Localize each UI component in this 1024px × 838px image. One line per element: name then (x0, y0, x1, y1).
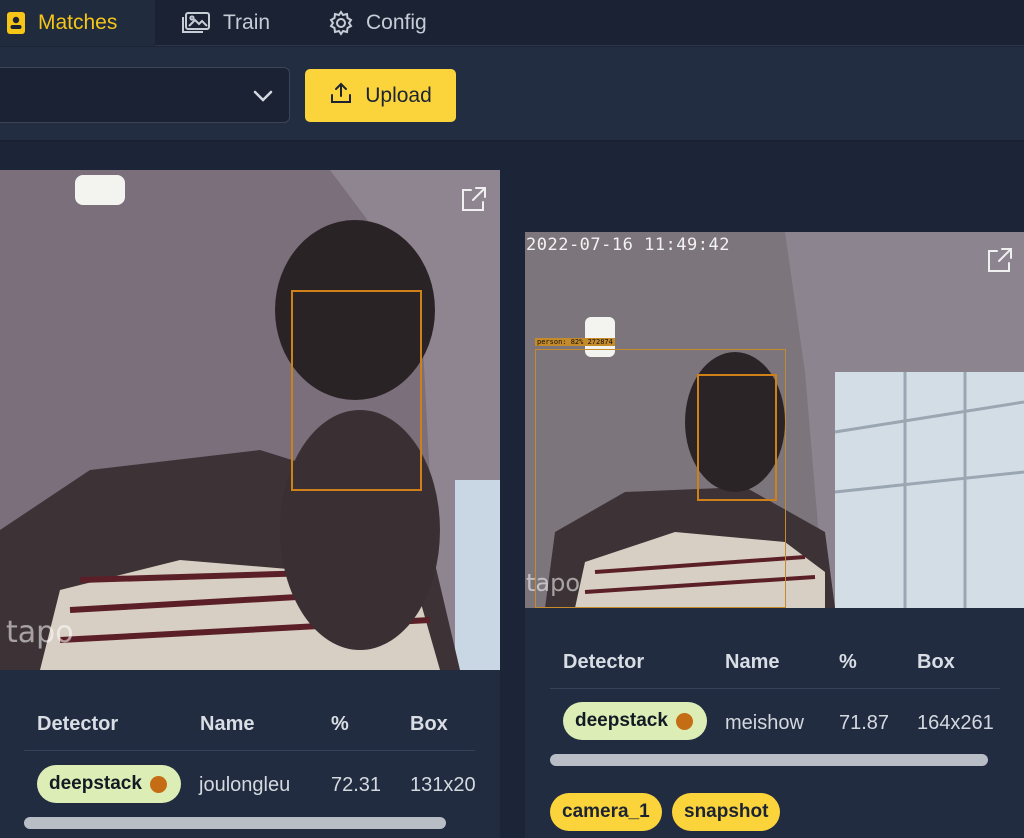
column-header-box: Box (410, 713, 448, 735)
chevron-down-icon (251, 84, 275, 113)
status-dot-icon (675, 712, 693, 730)
tab-matches-label: Matches (38, 11, 118, 34)
tab-config[interactable]: Config (328, 0, 458, 46)
face-bounding-box (291, 290, 422, 491)
detector-label: deepstack (49, 773, 142, 794)
match-percent: 72.31 (331, 774, 382, 796)
detector-pill: deepstack (563, 702, 707, 740)
table-divider (550, 688, 1000, 689)
camera-select[interactable] (0, 67, 290, 123)
table-divider (24, 750, 475, 751)
column-header-detector: Detector (563, 651, 645, 673)
column-header-percent: % (331, 713, 349, 735)
person-label: person: 82% 272874 (535, 338, 615, 346)
horizontal-scrollbar[interactable] (24, 817, 446, 829)
horizontal-scrollbar[interactable] (550, 754, 988, 766)
match-name: joulongleu (199, 774, 291, 796)
tab-config-label: Config (366, 11, 427, 34)
column-header-name: Name (725, 651, 780, 673)
camera-photo (0, 170, 500, 670)
tab-matches[interactable]: Matches (0, 0, 155, 46)
match-box: 164x261 (917, 712, 994, 734)
column-header-box: Box (917, 651, 955, 673)
upload-icon (329, 81, 353, 111)
user-badge-icon (6, 11, 26, 35)
detector-label: deepstack (575, 710, 668, 731)
column-header-name: Name (200, 713, 255, 735)
image-watermark: tapo (6, 615, 74, 650)
tag-snapshot[interactable]: snapshot (672, 793, 781, 831)
external-link-icon[interactable] (460, 185, 488, 213)
image-timestamp: 2022-07-16 11:49:42 (526, 235, 730, 255)
detector-pill: deepstack (37, 765, 181, 803)
match-percent: 71.87 (839, 712, 890, 734)
match-name: meishow (725, 712, 804, 734)
face-bounding-box (697, 374, 777, 501)
toolbar: Upload (0, 47, 1024, 142)
tab-train[interactable]: Train (181, 0, 301, 46)
gear-icon (328, 10, 354, 36)
images-icon (181, 11, 211, 35)
tab-train-label: Train (223, 11, 271, 34)
top-nav: Matches Train Config (0, 0, 1024, 46)
external-link-icon[interactable] (986, 246, 1014, 274)
tag-camera[interactable]: camera_1 (550, 793, 662, 831)
match-image[interactable]: 2022-07-16 11:49:42 tapo person: 82% 272… (525, 232, 1024, 608)
column-header-percent: % (839, 651, 857, 673)
upload-button[interactable]: Upload (305, 69, 456, 122)
column-header-detector: Detector (37, 713, 119, 735)
upload-label: Upload (365, 83, 432, 107)
match-card: 2022-07-16 11:49:42 tapo person: 82% 272… (525, 232, 1024, 838)
match-card: tapo Detector Name % Box deepstack joulo… (0, 170, 500, 838)
status-dot-icon (149, 775, 167, 793)
match-box: 131x20 (410, 774, 475, 796)
match-image[interactable]: tapo (0, 170, 500, 670)
